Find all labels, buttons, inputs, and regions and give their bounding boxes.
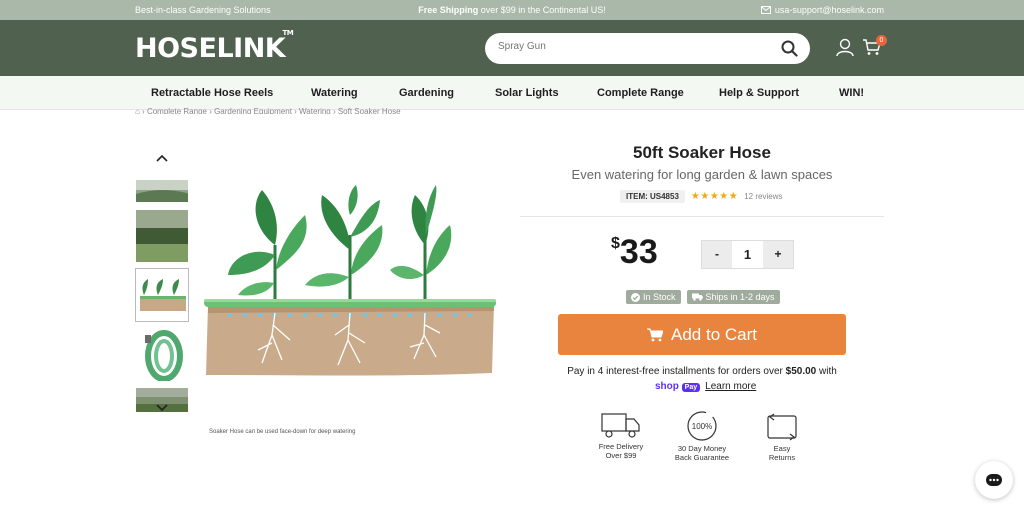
shipping-badge: Ships in 1-2 days	[686, 290, 780, 304]
learn-more-link[interactable]: Learn more	[705, 381, 756, 392]
availability-badges: In Stock Ships in 1-2 days	[626, 290, 780, 304]
in-stock-badge: In Stock	[626, 290, 681, 304]
support-email[interactable]: usa-support@hoselink.com	[760, 5, 884, 15]
chat-icon	[986, 474, 1002, 486]
nav-item-retractable-hose-reels[interactable]: Retractable Hose Reels	[151, 87, 273, 99]
product-main-image	[204, 185, 496, 376]
divider	[520, 216, 884, 217]
chat-button[interactable]	[975, 461, 1013, 499]
announcement-bar: Best-in-class Gardening Solutions Free S…	[0, 0, 1024, 20]
thumbnail-2[interactable]	[135, 209, 189, 263]
account-icon[interactable]	[836, 38, 854, 57]
main-nav: Retractable Hose Reels Watering Gardenin…	[0, 76, 1024, 110]
image-caption: Soaker Hose can be used face-down for de…	[209, 429, 356, 435]
quantity-input[interactable]	[732, 241, 763, 268]
breadcrumb[interactable]: ⌂ › Complete Range › Gardening Equipment…	[135, 107, 401, 114]
svg-text:100%: 100%	[692, 422, 712, 431]
perk-easy-returns: Easy Returns	[747, 410, 817, 462]
add-to-cart-button[interactable]: Add to Cart	[558, 314, 846, 355]
search-bar	[485, 33, 810, 64]
truck-icon	[601, 413, 640, 438]
perk-money-back: 100% 30 Day Money Back Guarantee	[667, 410, 737, 462]
product-price: $33	[611, 233, 658, 271]
quantity-increase-button[interactable]: +	[763, 241, 793, 268]
thumbnail-4[interactable]	[135, 328, 189, 382]
mail-icon	[760, 6, 771, 14]
thumbnail-1[interactable]	[135, 179, 189, 203]
nav-item-solar-lights[interactable]: Solar Lights	[495, 87, 559, 99]
search-input[interactable]	[498, 41, 758, 52]
chevron-up-icon[interactable]	[155, 153, 169, 163]
item-code: ITEM: US4853	[620, 190, 685, 203]
thumbnail-3[interactable]	[135, 268, 189, 322]
guarantee-seal-icon: 100%	[687, 411, 717, 441]
cart-count-badge: 0	[876, 35, 887, 46]
nav-item-help-support[interactable]: Help & Support	[719, 87, 799, 99]
hoselink-logo[interactable]: HOSELINK TM	[135, 29, 294, 64]
quantity-stepper: - +	[701, 240, 794, 269]
review-count[interactable]: 12 reviews	[744, 192, 782, 201]
chevron-down-icon[interactable]	[155, 403, 169, 413]
nav-item-gardening[interactable]: Gardening	[399, 87, 454, 99]
search-icon[interactable]	[781, 40, 798, 57]
rating-stars[interactable]: ★★★★★	[691, 191, 738, 202]
product-title: 50ft Soaker Hose	[633, 143, 771, 162]
check-circle-icon	[631, 292, 640, 302]
quantity-decrease-button[interactable]: -	[702, 241, 732, 268]
perk-free-delivery: Free Delivery Over $99	[586, 410, 656, 460]
nav-item-win[interactable]: WIN!	[839, 87, 864, 99]
nav-item-watering[interactable]: Watering	[311, 87, 358, 99]
cart-icon	[647, 328, 663, 341]
nav-item-complete-range[interactable]: Complete Range	[597, 87, 684, 99]
product-subtitle: Even watering for long garden & lawn spa…	[571, 167, 833, 182]
site-header: HOSELINKTM 0	[0, 20, 1024, 76]
truck-icon	[691, 293, 703, 301]
shop-pay-logo: shop Pay	[655, 381, 701, 392]
installments-text: Pay in 4 interest-free installments for …	[567, 366, 837, 377]
product-meta: ITEM: US4853 ★★★★★ 12 reviews	[620, 190, 782, 203]
shop-pay-row: shop Pay Learn more	[655, 381, 756, 392]
returns-icon	[767, 413, 797, 441]
